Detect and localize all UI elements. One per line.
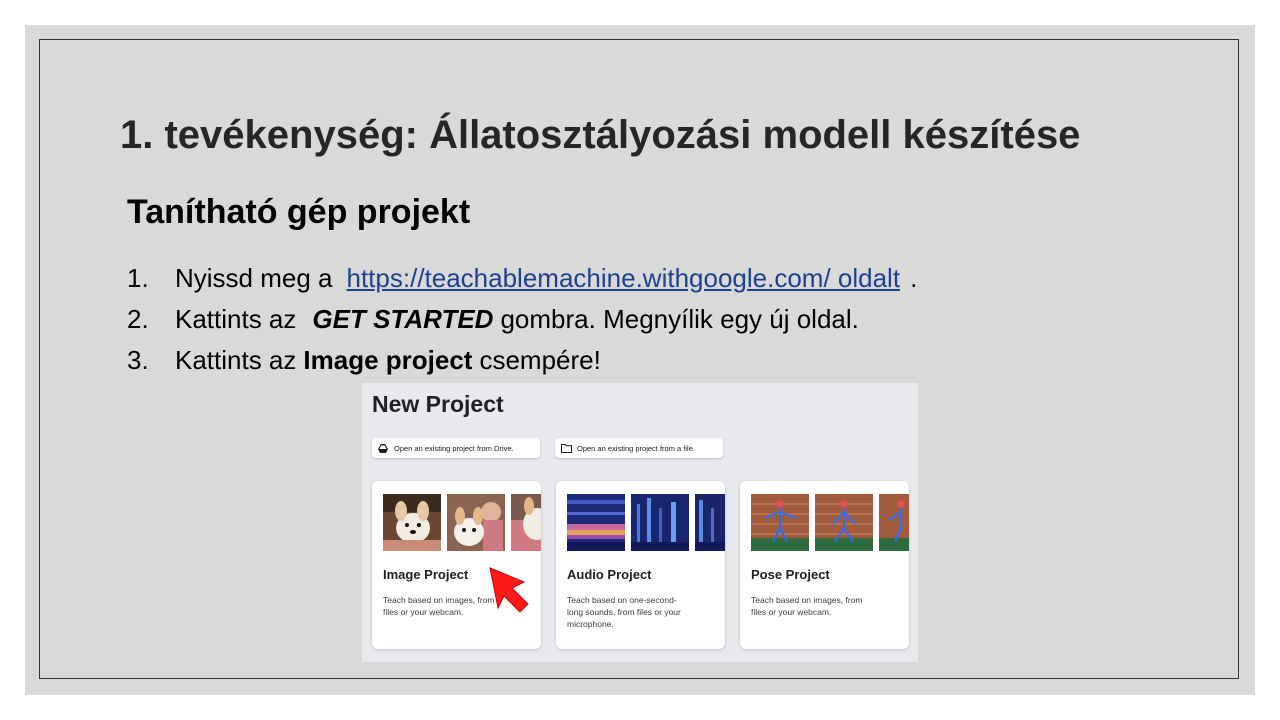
steps-list: 1. Nyissd meg a https://teachablemachine… <box>127 261 917 384</box>
slide-title: 1. tevékenység: Állatosztályozási modell… <box>120 113 1081 157</box>
pose-project-title: Pose Project <box>751 567 830 582</box>
audio-project-thumbnails <box>567 494 725 551</box>
step-number: 2. <box>127 304 149 334</box>
folder-icon <box>561 443 573 453</box>
image-project-title: Image Project <box>383 567 469 582</box>
spectrogram <box>567 494 625 551</box>
slide-subtitle: Tanítható gép projekt <box>127 193 471 231</box>
audio-project-card[interactable]: Audio Project Teach based on one-second-… <box>556 481 725 649</box>
open-from-file-button[interactable]: Open an existing project from a file. <box>555 438 723 458</box>
teachable-machine-link[interactable]: https://teachablemachine.withgoogle.com/… <box>347 261 901 302</box>
spectrogram <box>631 494 689 551</box>
dog-plush-photo <box>511 494 541 551</box>
red-arrow-cursor-icon <box>489 567 529 613</box>
audio-project-title: Audio Project <box>567 567 652 582</box>
step-text-end: gombra. Megnyílik egy új oldal. <box>500 304 859 334</box>
spectrogram <box>695 494 725 551</box>
get-started-emphasis: GET STARTED <box>312 304 494 334</box>
audio-project-description: Teach based on one-second-long sounds, f… <box>567 595 681 629</box>
step-number: 3. <box>127 345 149 375</box>
step-text-end: . <box>910 263 918 293</box>
pose-skeleton-photo <box>815 494 873 551</box>
pose-skeleton-photo <box>879 494 909 551</box>
step-1: 1. Nyissd meg a https://teachablemachine… <box>127 261 917 302</box>
image-project-thumbnails <box>383 494 541 551</box>
image-project-card[interactable]: Image Project Teach based on images, fro… <box>372 481 541 649</box>
image-project-bold: Image project <box>303 345 473 375</box>
new-project-screenshot: New Project Open an existing project fro… <box>362 383 918 662</box>
open-from-drive-button[interactable]: Open an existing project from Drive. <box>372 438 540 458</box>
new-project-title: New Project <box>372 391 504 417</box>
pose-project-thumbnails <box>751 494 909 551</box>
step-text: Nyissd meg a <box>175 263 333 293</box>
slide: 1. tevékenység: Állatosztályozási modell… <box>25 25 1255 695</box>
step-text-end: csempére! <box>479 345 601 375</box>
open-from-file-label: Open an existing project from a file. <box>577 443 695 453</box>
step-text: Kattints az <box>175 345 297 375</box>
step-3: 3. Kattints az Image project csempére! <box>127 343 917 384</box>
drive-icon <box>378 443 390 453</box>
step-2: 2. Kattints az GET STARTED gombra. Megny… <box>127 302 917 343</box>
pose-project-card[interactable]: Pose Project Teach based on images, from… <box>740 481 909 649</box>
step-number: 1. <box>127 263 149 293</box>
pose-skeleton-photo <box>751 494 809 551</box>
open-from-drive-label: Open an existing project from Drive. <box>394 443 514 453</box>
dog-plush-photo <box>383 494 441 551</box>
dog-plush-photo <box>447 494 505 551</box>
step-text: Kattints az <box>175 304 297 334</box>
pose-project-description: Teach based on images, from files or you… <box>751 595 863 617</box>
